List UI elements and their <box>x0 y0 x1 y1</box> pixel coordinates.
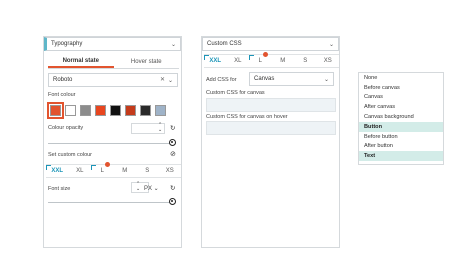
modified-dot <box>104 162 110 167</box>
option-button[interactable]: Button <box>359 121 443 132</box>
option-text[interactable]: Text <box>359 151 443 162</box>
swatch-7[interactable] <box>140 105 151 116</box>
state-tabs: Normal state Hover state <box>48 55 179 69</box>
reset-icon[interactable]: ↻ <box>170 184 175 192</box>
breakpoint-xs[interactable]: XS <box>317 55 340 67</box>
custom-css-hover-label: Custom CSS for canvas on hover <box>206 114 288 120</box>
swatch-8[interactable] <box>155 105 166 116</box>
breakpoint-s[interactable]: S <box>136 165 159 177</box>
font-colour-label: Font colour <box>48 92 76 98</box>
breakpoint-m[interactable]: M <box>114 165 137 177</box>
breakpoint-l-label: L <box>100 168 104 174</box>
chevron-down-icon: ⌄ <box>328 42 334 48</box>
option-none[interactable]: None <box>359 73 443 83</box>
custom-css-canvas-input[interactable] <box>206 98 336 112</box>
swatch-3[interactable] <box>80 105 91 116</box>
add-css-options-list: None Before canvas Canvas After canvas C… <box>358 72 444 165</box>
reset-icon[interactable]: ↻ <box>170 124 175 132</box>
font-family-select[interactable]: Roboto ✕ ⌄ <box>48 73 178 87</box>
add-css-select[interactable]: Canvas ⌄ <box>249 72 334 86</box>
stepper-icon[interactable]: ⌃ ⌄ <box>136 182 140 192</box>
opacity-slider-track[interactable] <box>48 143 172 144</box>
custom-css-canvas-label: Custom CSS for canvas <box>206 90 265 96</box>
option-after-button[interactable]: After button <box>359 142 443 152</box>
group-select-value: Custom CSS <box>207 41 242 47</box>
font-size-slider-knob[interactable] <box>169 198 176 205</box>
swatch-1[interactable] <box>47 102 64 119</box>
add-css-label: Add CSS for <box>206 77 237 83</box>
font-size-label: Font size <box>48 186 71 192</box>
unit-value: PX <box>144 186 153 192</box>
breakpoint-l-label: L <box>258 58 262 64</box>
eyedropper-icon[interactable]: ⊘ <box>170 150 176 158</box>
modified-dot <box>262 52 268 57</box>
breakpoint-l[interactable]: L <box>249 52 272 67</box>
option-after-canvas[interactable]: After canvas <box>359 102 443 112</box>
breakpoint-l[interactable]: L <box>91 162 114 177</box>
stepper-icon[interactable]: ⌃ ⌄ <box>158 123 162 133</box>
group-select[interactable]: Custom CSS ⌄ <box>202 37 339 51</box>
swatch-5[interactable] <box>110 105 121 116</box>
chevron-down-icon: ⌄ <box>323 77 329 83</box>
breakpoint-xs[interactable]: XS <box>159 165 182 177</box>
unit-select[interactable]: PX ⌄ <box>144 185 159 192</box>
chevron-down-icon: ⌄ <box>167 78 173 84</box>
chevron-down-icon: ⌄ <box>170 42 176 48</box>
tab-normal-state[interactable]: Normal state <box>48 55 114 68</box>
opacity-slider-knob[interactable] <box>169 139 176 146</box>
opacity-label: Colour opacity <box>48 125 84 131</box>
clear-icon[interactable]: ✕ <box>160 76 165 83</box>
colour-swatches <box>47 102 166 119</box>
breakpoint-xxl[interactable]: XXL <box>46 165 69 177</box>
swatch-4[interactable] <box>95 105 106 116</box>
breakpoint-bar: XXL XL L M S XS <box>46 162 182 178</box>
breakpoint-m[interactable]: M <box>272 55 295 67</box>
swatch-6[interactable] <box>125 105 136 116</box>
font-family-value: Roboto <box>53 77 73 83</box>
option-before-button[interactable]: Before button <box>359 132 443 142</box>
add-css-value: Canvas <box>254 76 275 82</box>
breakpoint-xl[interactable]: XL <box>227 55 250 67</box>
option-canvas[interactable]: Canvas <box>359 93 443 103</box>
typography-panel: Typography ⌄ Normal state Hover state Ro… <box>43 36 182 248</box>
group-select[interactable]: Typography ⌄ <box>44 37 181 51</box>
option-canvas-background[interactable]: Canvas background <box>359 112 443 122</box>
breakpoint-xxl[interactable]: XXL <box>204 55 227 67</box>
option-before-canvas[interactable]: Before canvas <box>359 83 443 93</box>
custom-colour-label: Set custom colour <box>48 152 93 158</box>
group-select-value: Typography <box>51 41 83 47</box>
breakpoint-xl[interactable]: XL <box>69 165 92 177</box>
tab-hover-state[interactable]: Hover state <box>114 55 180 68</box>
breakpoint-bar: XXL XL L M S XS <box>204 52 340 68</box>
custom-css-panel: Custom CSS ⌄ XXL XL L M S XS Add CSS for… <box>201 36 340 248</box>
swatch-2[interactable] <box>65 105 76 116</box>
breakpoint-s[interactable]: S <box>294 55 317 67</box>
custom-css-hover-input[interactable] <box>206 121 336 135</box>
font-size-slider-track[interactable] <box>48 202 172 203</box>
